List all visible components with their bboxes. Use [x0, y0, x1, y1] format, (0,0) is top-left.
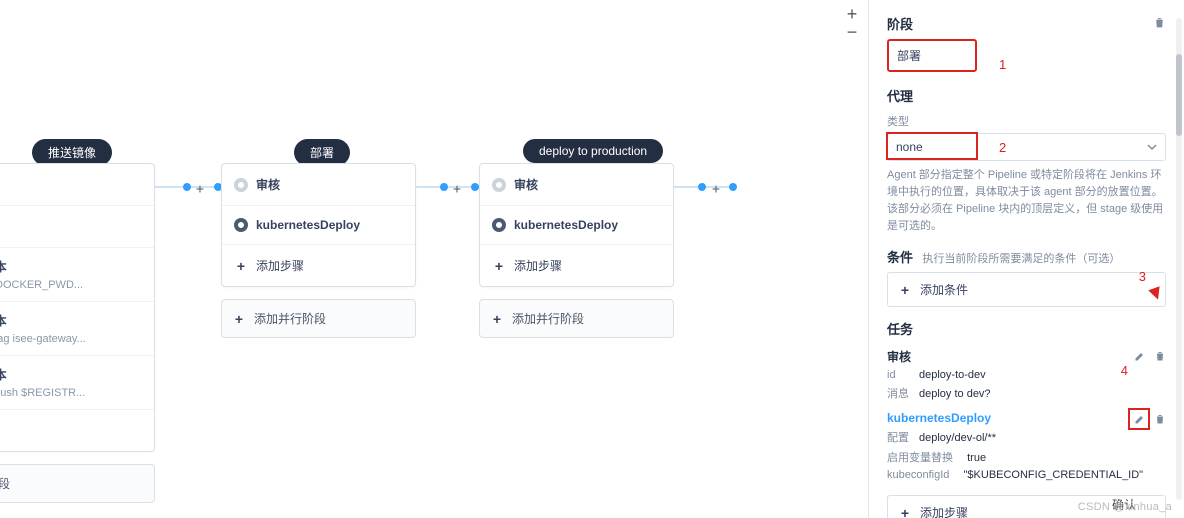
stage-header-deploy[interactable]: 部署 [294, 139, 350, 166]
plus-icon: + [234, 258, 248, 274]
radio-icon [492, 178, 506, 192]
annotation-1: 1 [999, 57, 1006, 72]
zoom-in-icon[interactable]: + [842, 5, 862, 23]
step-k8s-deploy[interactable]: kubernetesDeploy [222, 206, 415, 245]
section-tasks: 任务 [887, 319, 1166, 338]
section-conditions: 条件 执行当前阶段所需要满足的条件（可选） [887, 245, 1166, 266]
trash-icon[interactable] [1153, 16, 1166, 32]
stage-card-prod: 审核 kubernetesDeploy + 添加步骤 [479, 163, 674, 287]
step-add-cred[interactable]: 添加凭证 [0, 206, 154, 248]
connector-node [698, 183, 706, 191]
plus-icon: + [232, 311, 246, 327]
add-parallel-push[interactable]: 加并行阶段 [0, 464, 155, 503]
pipeline-canvas[interactable]: + − 推送镜像 定容器 添加凭证 shell 脚本 t echo "$DOCK… [0, 0, 868, 518]
edit-icon[interactable] [1134, 350, 1146, 362]
stage-config-panel: 阶段 部署 1 代理 类型 none 2 Agent 部分指定整个 Pipeli… [868, 0, 1184, 518]
scrollbar[interactable] [1176, 18, 1182, 500]
plus-icon: + [898, 505, 912, 518]
connector-node [183, 183, 191, 191]
plus-icon: + [492, 258, 506, 274]
stage-card-push: 定容器 添加凭证 shell 脚本 t echo "$DOCKER_PWD...… [0, 163, 155, 452]
step-shell-1[interactable]: shell 脚本 t echo "$DOCKER_PWD... [0, 248, 154, 302]
step-k8s-prod[interactable]: kubernetesDeploy [480, 206, 673, 245]
task-review[interactable]: 审核 iddeploy-to-dev 消息deploy to dev? [887, 348, 1166, 401]
add-step-deploy[interactable]: + 添加步骤 [222, 245, 415, 286]
zoom-out-icon[interactable]: − [842, 23, 862, 41]
trash-icon[interactable] [1154, 350, 1166, 362]
add-stage-icon[interactable]: + [712, 182, 720, 196]
k8s-icon [234, 218, 248, 232]
step-container[interactable]: 定容器 [0, 164, 154, 206]
k8s-icon [492, 218, 506, 232]
stage-name-input[interactable]: 部署 [887, 39, 977, 72]
chevron-down-icon [1147, 142, 1157, 152]
radio-icon [234, 178, 248, 192]
stage-header-push[interactable]: 推送镜像 [32, 139, 112, 166]
step-review-deploy[interactable]: 审核 [222, 164, 415, 206]
section-agent: 代理 [887, 86, 1166, 105]
task-k8s-deploy[interactable]: kubernetesDeploy 配置deploy/dev-ol/** 启用变量… [887, 411, 1166, 481]
connector-node [729, 183, 737, 191]
section-stage: 阶段 [887, 14, 1166, 33]
zoom-controls: + − [842, 5, 862, 41]
add-condition-button[interactable]: + 添加条件 [887, 272, 1166, 307]
type-label: 类型 [887, 113, 1166, 129]
stage-card-deploy: 审核 kubernetesDeploy + 添加步骤 [221, 163, 416, 287]
add-stage-icon[interactable]: + [196, 182, 204, 196]
step-review-prod[interactable]: 审核 [480, 164, 673, 206]
connector-node [471, 183, 479, 191]
add-parallel-prod[interactable]: + 添加并行阶段 [479, 299, 674, 338]
agent-type-select[interactable]: none [887, 133, 1166, 161]
plus-icon: + [898, 282, 912, 298]
add-stage-icon[interactable]: + [453, 182, 461, 196]
trash-icon[interactable] [1154, 413, 1166, 425]
add-parallel-deploy[interactable]: + 添加并行阶段 [221, 299, 416, 338]
add-step-push[interactable]: 加步骤 [0, 410, 154, 451]
add-step-prod[interactable]: + 添加步骤 [480, 245, 673, 286]
watermark: CSDN @xinhua_a [1078, 501, 1172, 513]
connector-node [440, 183, 448, 191]
step-shell-3[interactable]: shell 脚本 t docker push $REGISTR... [0, 356, 154, 410]
agent-help-text: Agent 部分指定整个 Pipeline 或特定阶段将在 Jenkins 环境… [887, 167, 1166, 235]
plus-icon: + [490, 311, 504, 327]
stage-header-prod[interactable]: deploy to production [523, 139, 663, 163]
step-shell-2[interactable]: shell 脚本 t docker tag isee-gateway... [0, 302, 154, 356]
